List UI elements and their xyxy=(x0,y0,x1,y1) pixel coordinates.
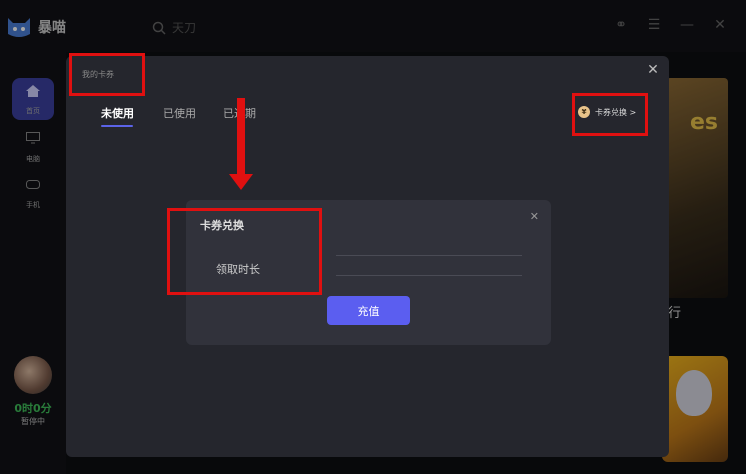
highlight-box-redeem-link xyxy=(572,93,648,136)
highlight-box-title xyxy=(69,53,145,96)
arrow-down-icon xyxy=(237,98,245,176)
highlight-box-redeem-dialog xyxy=(167,208,322,295)
tab-used[interactable]: 已使用 xyxy=(163,105,196,121)
tab-unused[interactable]: 未使用 xyxy=(101,105,134,121)
duration-field[interactable] xyxy=(336,256,522,276)
close-icon[interactable]: ✕ xyxy=(530,210,539,223)
recharge-button[interactable]: 充值 xyxy=(327,296,410,325)
active-tab-indicator xyxy=(101,125,133,127)
app-window: 暴喵 天刀 ⚭ ☰ — ✕ 首页 电脑 手机 0时0分 暂停中 es 行 我的卡… xyxy=(0,0,746,474)
close-icon[interactable]: ✕ xyxy=(645,62,661,78)
coupon-code-field[interactable] xyxy=(336,236,522,256)
arrow-head-icon xyxy=(229,174,253,190)
